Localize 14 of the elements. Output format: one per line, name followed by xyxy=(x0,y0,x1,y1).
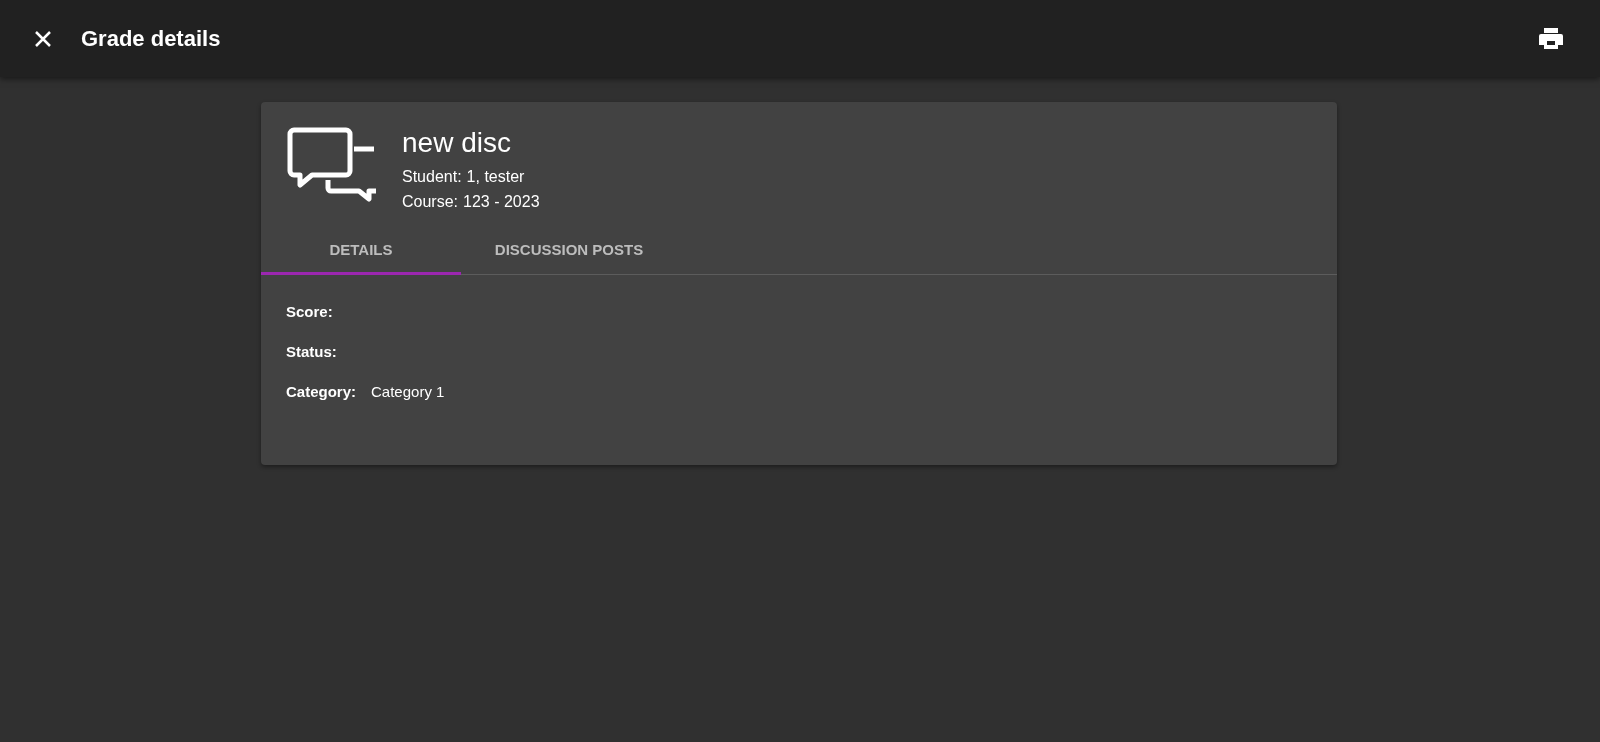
meta-value: 1, tester xyxy=(466,167,525,187)
field-label: Score: xyxy=(286,302,333,322)
tab[interactable]: DETAILS xyxy=(261,225,461,275)
page-title: Grade details xyxy=(81,25,221,53)
meta-label: Student: xyxy=(402,167,462,187)
print-icon xyxy=(1538,26,1564,51)
meta-value: 123 - 2023 xyxy=(463,192,540,212)
meta-label: Course: xyxy=(402,192,459,212)
assignment-title: new disc xyxy=(402,126,512,160)
field-label: Status: xyxy=(286,342,337,362)
close-icon xyxy=(33,28,53,49)
field-value: Category 1 xyxy=(371,382,445,402)
field-label: Category: xyxy=(286,382,356,402)
tab[interactable]: DISCUSSION POSTS xyxy=(461,225,677,275)
